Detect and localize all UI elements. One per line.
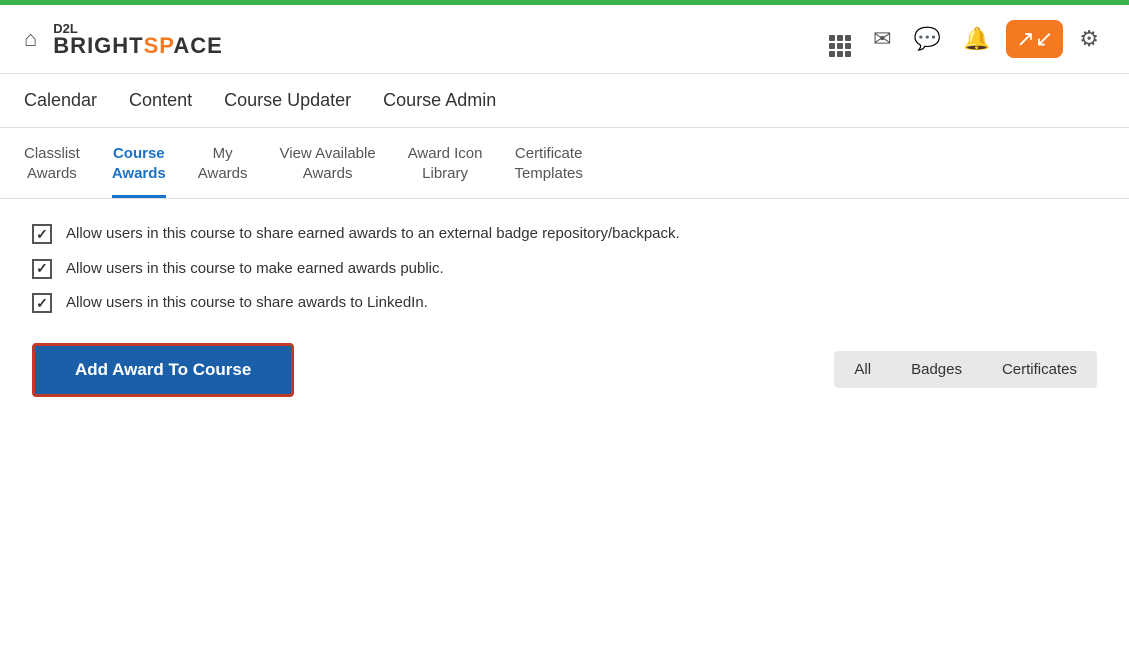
header: ⌂ D2L BRIGHTSPACE ✉ 💬 🔔 ↗↙ ⚙ (0, 5, 1129, 74)
tab-view-available-awards[interactable]: View AvailableAwards (280, 144, 376, 198)
checkbox-label-2: Allow users in this course to make earne… (66, 258, 444, 281)
filter-all[interactable]: All (834, 351, 891, 388)
sub-nav: ClasslistAwards CourseAwards MyAwards Vi… (0, 128, 1129, 199)
home-icon[interactable]: ⌂ (24, 26, 37, 52)
chat-icon[interactable]: 💬 (908, 20, 947, 58)
nav-course-updater[interactable]: Course Updater (224, 90, 351, 111)
checkbox-list: Allow users in this course to share earn… (32, 223, 1097, 315)
nav-bar: Calendar Content Course Updater Course A… (0, 74, 1129, 128)
checkbox-row-3: Allow users in this course to share awar… (32, 292, 1097, 315)
checkbox-row-2: Allow users in this course to make earne… (32, 258, 1097, 281)
logo-brightspace: BRIGHTSPACE (53, 35, 223, 57)
add-award-button[interactable]: Add Award To Course (32, 343, 294, 397)
bell-icon[interactable]: 🔔 (957, 20, 996, 58)
filter-certificates[interactable]: Certificates (982, 351, 1097, 388)
checkbox-label-1: Allow users in this course to share earn… (66, 223, 680, 246)
settings-icon[interactable]: ⚙ (1073, 20, 1105, 58)
nav-calendar[interactable]: Calendar (24, 90, 97, 111)
header-right: ✉ 💬 🔔 ↗↙ ⚙ (823, 15, 1105, 63)
checkbox-label-3: Allow users in this course to share awar… (66, 292, 428, 315)
tab-my-awards[interactable]: MyAwards (198, 144, 248, 198)
mail-icon[interactable]: ✉ (867, 20, 897, 58)
filter-group: All Badges Certificates (834, 351, 1097, 388)
logo: D2L BRIGHTSPACE (53, 22, 223, 57)
grid-icon[interactable] (823, 15, 857, 63)
actions-row: Add Award To Course All Badges Certifica… (32, 343, 1097, 397)
share-icon[interactable]: ↗↙ (1006, 20, 1063, 58)
tab-certificate-templates[interactable]: CertificateTemplates (514, 144, 582, 198)
checkbox-1[interactable] (32, 224, 52, 244)
checkbox-2[interactable] (32, 259, 52, 279)
nav-course-admin[interactable]: Course Admin (383, 90, 496, 111)
content-area: Allow users in this course to share earn… (0, 199, 1129, 421)
tab-award-icon-library[interactable]: Award IconLibrary (408, 144, 483, 198)
tab-classlist-awards[interactable]: ClasslistAwards (24, 144, 80, 198)
header-left: ⌂ D2L BRIGHTSPACE (24, 22, 223, 57)
tab-course-awards[interactable]: CourseAwards (112, 144, 166, 198)
checkbox-row-1: Allow users in this course to share earn… (32, 223, 1097, 246)
filter-badges[interactable]: Badges (891, 351, 982, 388)
nav-content[interactable]: Content (129, 90, 192, 111)
checkbox-3[interactable] (32, 293, 52, 313)
